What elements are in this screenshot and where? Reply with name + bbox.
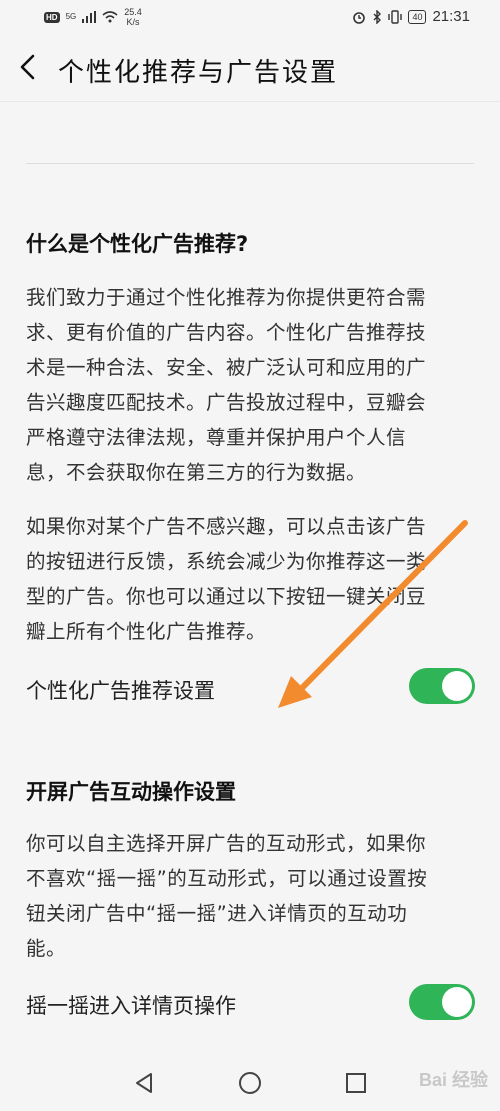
hd-badge: HD [44, 11, 60, 23]
signal-bars-icon [82, 11, 97, 23]
toggle-knob [442, 671, 472, 701]
paragraph-line: 求、更有价值的广告内容。个性化广告推荐技 [26, 321, 427, 344]
header-separator [0, 101, 500, 102]
paragraph-personalized-intro: 我们致力于通过个性化推荐为你提供更符合需 求、更有价值的广告内容。个性化广告推荐… [26, 280, 478, 490]
paragraph-line: 我们致力于通过个性化推荐为你提供更符合需 [26, 286, 427, 309]
paragraph-personalized-feedback: 如果你对某个广告不感兴趣，可以点击该广告 的按钮进行反馈，系统会减少为你推荐这一… [26, 509, 478, 649]
paragraph-line: 钮关闭广告中“摇一摇”进入详情页的互动功 [26, 902, 408, 925]
paragraph-line: 能。 [26, 937, 67, 960]
paragraph-line: 瓣上所有个性化广告推荐。 [26, 620, 267, 643]
content-divider [26, 163, 474, 164]
signal-label: 5G [65, 12, 77, 21]
paragraph-line: 术是一种合法、安全、被广泛认可和应用的广 [26, 356, 427, 379]
paragraph-splash-intro: 你可以自主选择开屏广告的互动形式，如果你 不喜欢“摇一摇”的互动形式，可以通过设… [26, 826, 478, 966]
status-right: 40 21:31 [352, 8, 470, 25]
paragraph-line: 告兴趣度匹配技术。广告投放过程中，豆瓣会 [26, 391, 427, 414]
recents-square-icon[interactable] [343, 1070, 369, 1096]
personalized-ads-setting-label: 个性化广告推荐设置 [26, 679, 215, 703]
vibrate-icon [388, 9, 403, 24]
header: 个性化推荐与广告设置 [0, 40, 500, 100]
paragraph-line: 的按钮进行反馈，系统会减少为你推荐这一类 [26, 550, 427, 573]
speed-value: 25.4 [124, 7, 142, 17]
shake-to-detail-setting-label: 摇一摇进入详情页操作 [26, 994, 236, 1018]
wifi-icon [102, 11, 118, 23]
page-title: 个性化推荐与广告设置 [58, 58, 339, 88]
speed-unit: K/s [126, 17, 140, 27]
toggle-knob [442, 987, 472, 1017]
bluetooth-icon [373, 9, 382, 24]
paragraph-line: 息，不会获取你在第三方的行为数据。 [26, 461, 367, 484]
status-time: 21:31 [432, 8, 470, 25]
back-chevron-icon[interactable] [14, 52, 44, 82]
watermark: Bai 经验 [418, 1070, 488, 1090]
home-circle-icon[interactable] [237, 1070, 263, 1096]
paragraph-line: 型的广告。你也可以通过以下按钮一键关闭豆 [26, 585, 427, 608]
shake-to-detail-toggle[interactable] [409, 984, 475, 1020]
alarm-icon [353, 11, 366, 24]
personalized-ads-toggle[interactable] [409, 668, 475, 704]
section-title-personalized-ads: 什么是个性化广告推荐? [26, 232, 249, 256]
paragraph-line: 如果你对某个广告不感兴趣，可以点击该广告 [26, 515, 427, 538]
status-bar: HD 5G 25.4 K/s 40 21:31 [0, 0, 500, 34]
paragraph-line: 严格遵守法律法规，尊重并保护用户个人信 [26, 426, 407, 449]
status-left: HD 5G 25.4 K/s [44, 7, 142, 27]
paragraph-line: 你可以自主选择开屏广告的互动形式，如果你 [26, 832, 427, 855]
back-triangle-icon[interactable] [131, 1070, 157, 1096]
paragraph-line: 不喜欢“摇一摇”的互动形式，可以通过设置按 [26, 867, 428, 890]
network-speed: 25.4 K/s [124, 7, 142, 27]
section-title-splash-ads: 开屏广告互动操作设置 [26, 780, 236, 804]
battery-indicator: 40 [408, 9, 427, 24]
